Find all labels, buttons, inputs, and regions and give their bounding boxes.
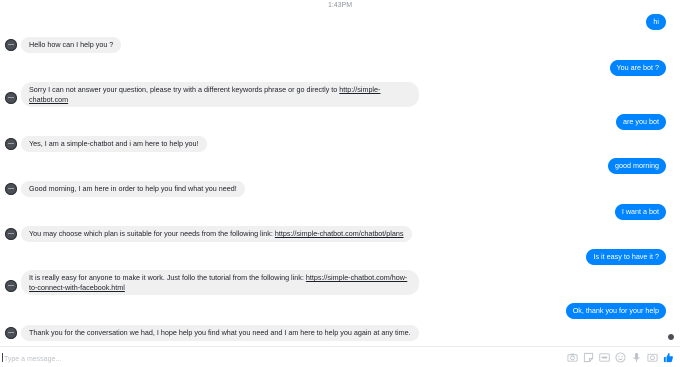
message-link[interactable]: https://simple-chatbot.com/chatbot/plans — [275, 229, 404, 238]
bot-message-text: It is really easy for anyone to make it … — [29, 273, 306, 282]
messenger-chat: 1:43PM hi Hello how can I help you ? You… — [0, 0, 680, 367]
bot-message[interactable]: You may choose which plan is suitable fo… — [21, 226, 412, 242]
bot-avatar[interactable] — [5, 183, 17, 195]
user-message[interactable]: good morning — [608, 158, 666, 174]
emoji-icon[interactable] — [615, 352, 626, 363]
composer-toolbar — [567, 352, 674, 363]
bot-avatar[interactable] — [5, 92, 17, 104]
camera-icon[interactable] — [567, 352, 578, 363]
bot-message[interactable]: It is really easy for anyone to make it … — [21, 270, 419, 295]
user-message[interactable]: You are bot ? — [609, 60, 666, 76]
sticker-icon[interactable] — [583, 352, 594, 363]
bot-message[interactable]: Thank you for the conversation we had, I… — [21, 325, 419, 341]
message-input[interactable] — [2, 352, 546, 366]
bot-message-text: You may choose which plan is suitable fo… — [29, 229, 275, 238]
bot-avatar[interactable] — [5, 228, 17, 240]
seen-indicator-avatar — [668, 334, 674, 340]
user-message[interactable]: Ok, thank you for your help — [565, 303, 666, 319]
bot-message[interactable]: Sorry I can not answer your question, pl… — [21, 82, 419, 107]
user-message[interactable]: Is it easy to have it ? — [586, 249, 666, 265]
microphone-icon[interactable] — [631, 352, 642, 363]
bot-avatar[interactable] — [5, 327, 17, 339]
user-message[interactable]: are you bot — [616, 114, 666, 130]
user-message[interactable]: hi — [646, 14, 666, 30]
gif-icon[interactable] — [599, 352, 610, 363]
timestamp: 1:43PM — [327, 2, 353, 9]
message-composer — [0, 346, 680, 367]
bot-avatar[interactable] — [5, 138, 17, 150]
bot-message[interactable]: Yes, I am a simple-chatbot and i am here… — [21, 136, 207, 152]
bot-avatar[interactable] — [5, 39, 17, 51]
bot-message-text: Sorry I can not answer your question, pl… — [29, 85, 340, 94]
bot-message[interactable]: Good morning, I am here in order to help… — [21, 181, 245, 197]
like-icon[interactable] — [663, 352, 674, 363]
bot-message[interactable]: Hello how can I help you ? — [21, 37, 122, 53]
photo-icon[interactable] — [647, 352, 658, 363]
user-message[interactable]: I want a bot — [614, 204, 666, 220]
bot-avatar[interactable] — [5, 280, 17, 292]
